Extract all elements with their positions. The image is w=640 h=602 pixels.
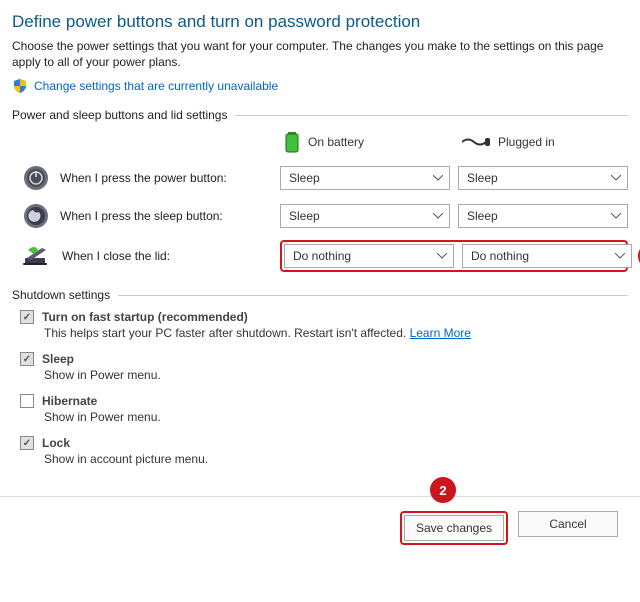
checkbox-hibernate[interactable]: ✓ bbox=[20, 394, 34, 408]
change-settings-link[interactable]: Change settings that are currently unava… bbox=[34, 79, 278, 93]
checkbox-label: Hibernate bbox=[42, 394, 97, 408]
footer-buttons: 2 Save changes Cancel bbox=[12, 497, 628, 561]
select-value: Sleep bbox=[467, 171, 498, 185]
column-header-battery: On battery bbox=[280, 130, 450, 154]
cancel-button[interactable]: Cancel bbox=[518, 511, 618, 537]
divider-line bbox=[235, 115, 628, 116]
divider-line bbox=[118, 295, 628, 296]
section-title: Shutdown settings bbox=[12, 288, 110, 302]
power-button-battery-select[interactable]: Sleep bbox=[280, 166, 450, 190]
item-description: Show in Power menu. bbox=[44, 368, 628, 382]
select-value: Sleep bbox=[289, 209, 320, 223]
shutdown-item-lock: ✓ Lock Show in account picture menu. bbox=[20, 436, 628, 466]
chevron-down-icon bbox=[615, 253, 625, 259]
save-button-highlight: Save changes bbox=[400, 511, 508, 545]
column-header-plugged: Plugged in bbox=[458, 135, 628, 149]
learn-more-link[interactable]: Learn More bbox=[410, 326, 471, 340]
uac-change-settings-row: Change settings that are currently unava… bbox=[12, 78, 628, 94]
row-label-text: When I close the lid: bbox=[62, 249, 170, 263]
item-description: This helps start your PC faster after sh… bbox=[44, 326, 410, 340]
chevron-down-icon bbox=[433, 213, 443, 219]
shutdown-item-hibernate: ✓ Hibernate Show in Power menu. bbox=[20, 394, 628, 424]
checkbox-lock[interactable]: ✓ bbox=[20, 436, 34, 450]
select-value: Sleep bbox=[467, 209, 498, 223]
checkbox-label: Lock bbox=[42, 436, 70, 450]
row-label-text: When I press the power button: bbox=[60, 171, 227, 185]
row-power-button: When I press the power button: bbox=[12, 164, 272, 192]
laptop-lid-icon bbox=[22, 244, 52, 268]
sleep-button-plugged-select[interactable]: Sleep bbox=[458, 204, 628, 228]
row-label-text: When I press the sleep button: bbox=[60, 209, 223, 223]
shield-icon bbox=[12, 78, 28, 94]
column-label: On battery bbox=[308, 135, 364, 149]
plug-icon bbox=[462, 135, 490, 149]
shutdown-item-fast-startup: ✓ Turn on fast startup (recommended) Thi… bbox=[20, 310, 628, 340]
select-value: Do nothing bbox=[293, 249, 351, 263]
annotation-callout-2: 2 bbox=[430, 477, 456, 503]
section-power-buttons-header: Power and sleep buttons and lid settings bbox=[12, 108, 628, 122]
checkbox-label: Turn on fast startup (recommended) bbox=[42, 310, 248, 324]
save-button[interactable]: Save changes bbox=[404, 515, 504, 541]
item-description: Show in account picture menu. bbox=[44, 452, 628, 466]
lid-row-highlight: Do nothing Do nothing 1 bbox=[280, 240, 628, 272]
checkbox-sleep[interactable]: ✓ bbox=[20, 352, 34, 366]
shutdown-settings-list: ✓ Turn on fast startup (recommended) Thi… bbox=[20, 310, 628, 466]
checkbox-label: Sleep bbox=[42, 352, 74, 366]
section-shutdown-header: Shutdown settings bbox=[12, 288, 628, 302]
row-close-lid: When I close the lid: bbox=[12, 244, 272, 268]
checkbox-fast-startup[interactable]: ✓ bbox=[20, 310, 34, 324]
lid-battery-select[interactable]: Do nothing bbox=[284, 244, 454, 268]
column-label: Plugged in bbox=[498, 135, 555, 149]
chevron-down-icon bbox=[433, 175, 443, 181]
lid-plugged-select[interactable]: Do nothing bbox=[462, 244, 632, 268]
shutdown-item-sleep: ✓ Sleep Show in Power menu. bbox=[20, 352, 628, 382]
section-title: Power and sleep buttons and lid settings bbox=[12, 108, 227, 122]
sleep-button-icon bbox=[22, 202, 50, 230]
power-button-plugged-select[interactable]: Sleep bbox=[458, 166, 628, 190]
page-description: Choose the power settings that you want … bbox=[12, 38, 628, 70]
page-title: Define power buttons and turn on passwor… bbox=[12, 12, 628, 32]
chevron-down-icon bbox=[437, 253, 447, 259]
item-description: Show in Power menu. bbox=[44, 410, 628, 424]
chevron-down-icon bbox=[611, 213, 621, 219]
power-button-icon bbox=[22, 164, 50, 192]
power-settings-grid: On battery Plugged in When I press the p… bbox=[12, 130, 628, 272]
sleep-button-battery-select[interactable]: Sleep bbox=[280, 204, 450, 228]
chevron-down-icon bbox=[611, 175, 621, 181]
select-value: Sleep bbox=[289, 171, 320, 185]
battery-icon bbox=[284, 130, 300, 154]
select-value: Do nothing bbox=[471, 249, 529, 263]
row-sleep-button: When I press the sleep button: bbox=[12, 202, 272, 230]
